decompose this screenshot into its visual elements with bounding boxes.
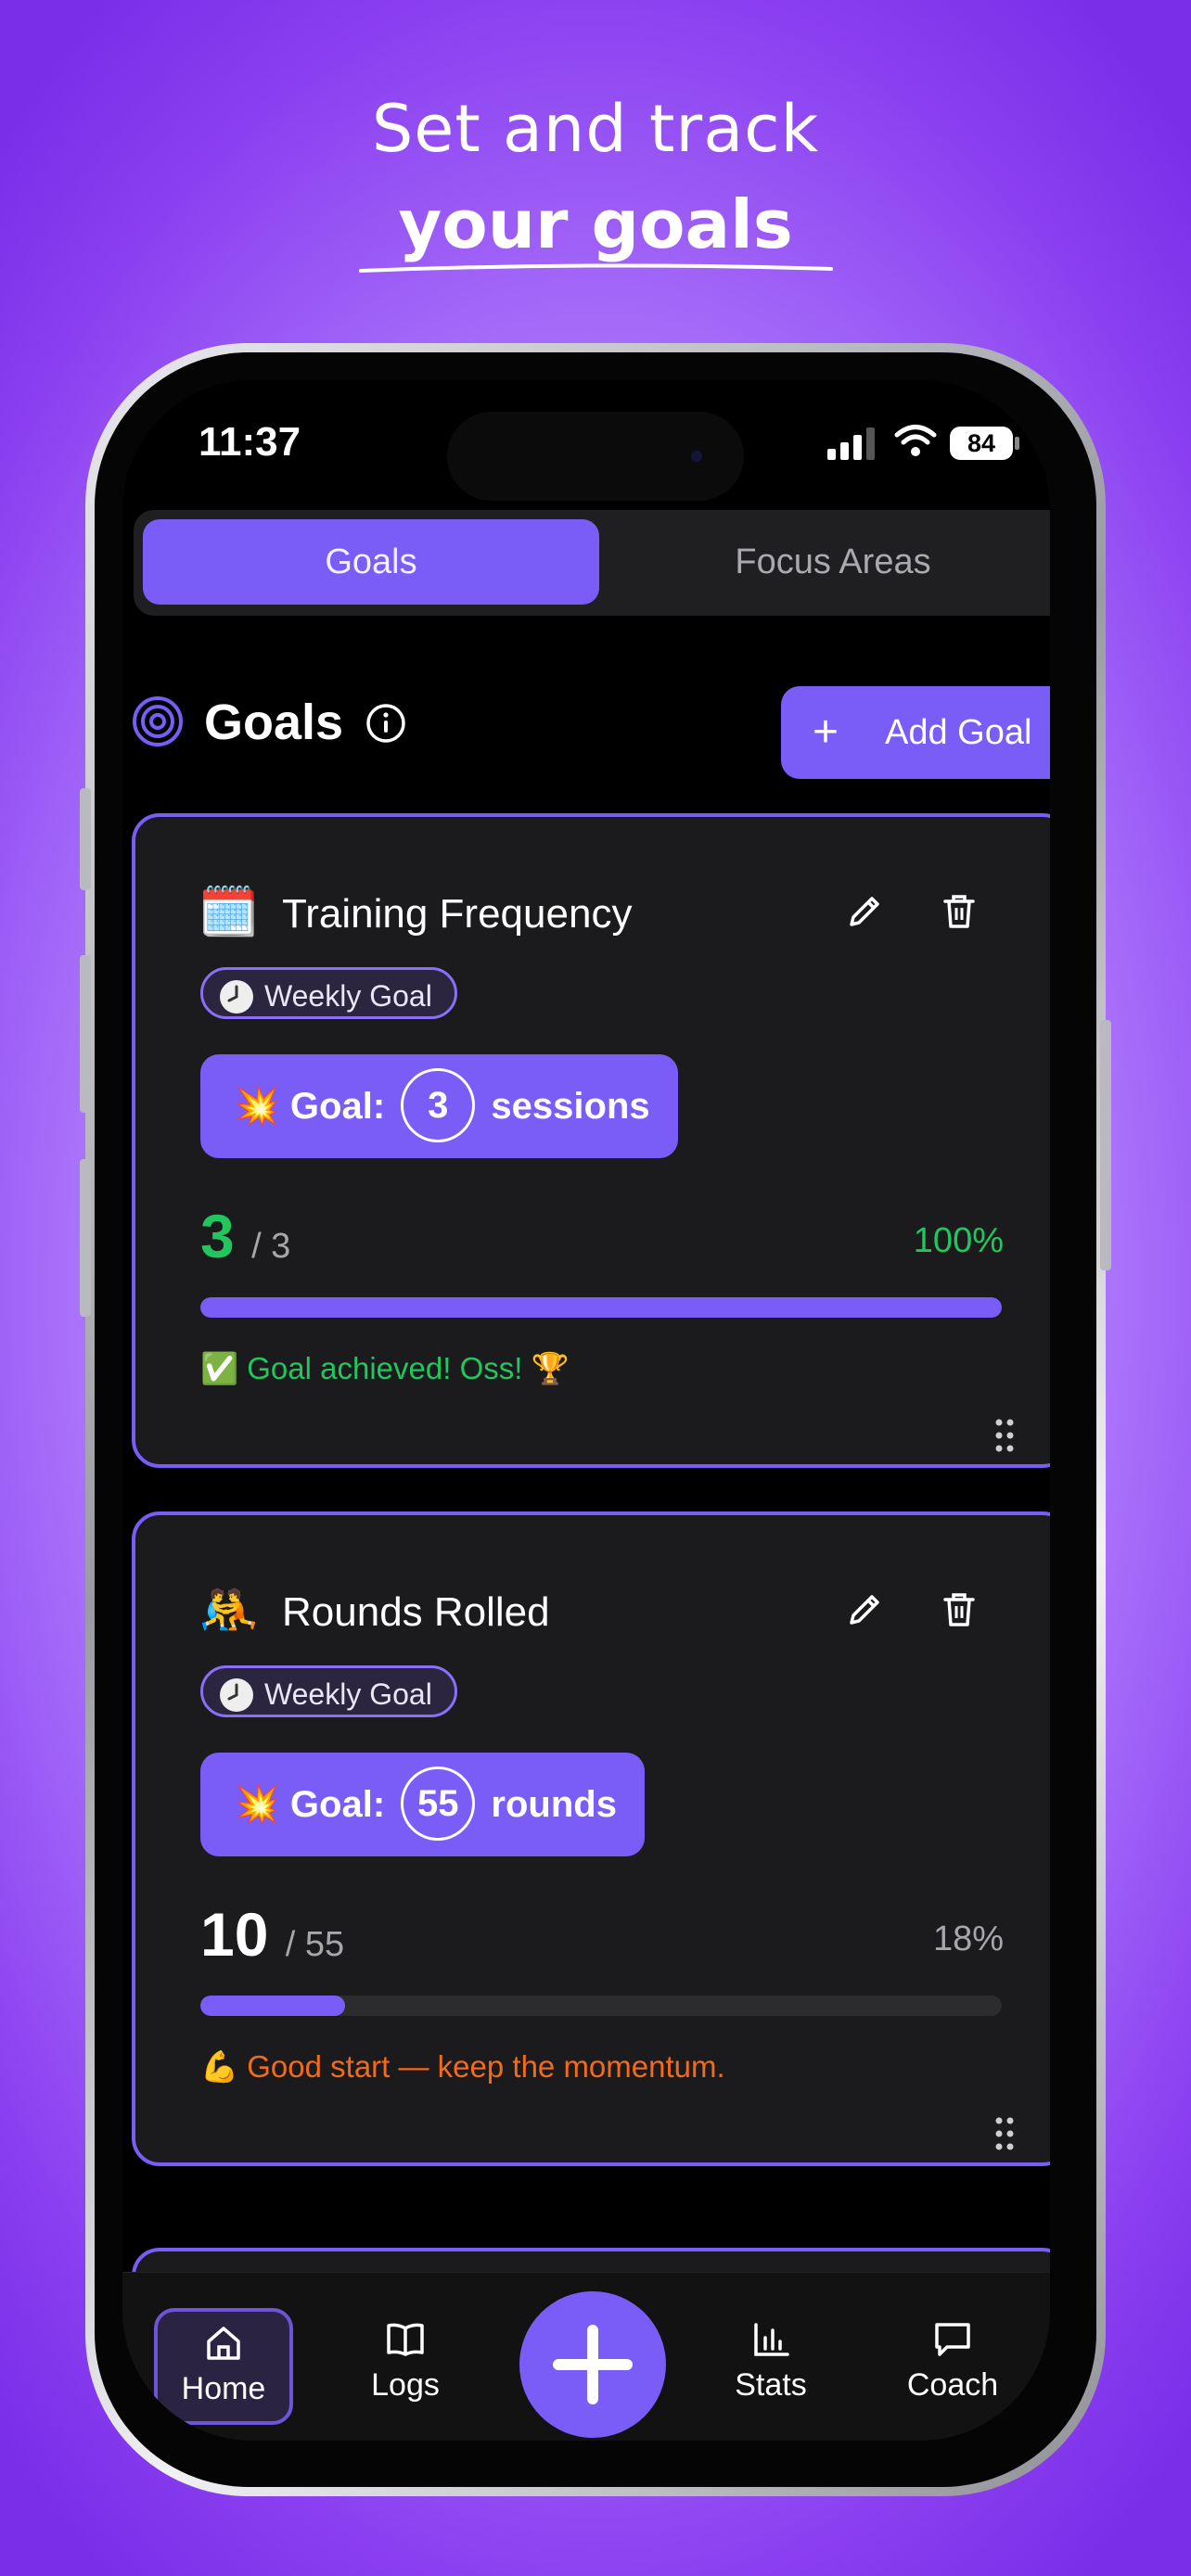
goal-target-box: 💥 Goal: 3 sessions (200, 1054, 678, 1158)
goal-title: Training Frequency (282, 891, 633, 937)
goal-target-value: 3 (401, 1068, 476, 1143)
goal-prefix: 💥 Goal: (234, 1784, 386, 1825)
clock-icon (220, 979, 253, 1014)
headline-line-1: Set and track (371, 91, 820, 167)
segmented-control: Goals Focus Areas (134, 510, 1050, 616)
wifi-icon (894, 425, 937, 456)
goal-card[interactable]: 🤼 Rounds Rolled Weekly Goal 💥 Goal: 55 r… (132, 1511, 1050, 2166)
goal-target-value: 55 (401, 1766, 476, 1842)
phone-frame: 11:37 84 Goals Focus Areas Goals + Add G… (80, 343, 1111, 2496)
pencil-icon[interactable] (842, 1588, 887, 1632)
tab-goals[interactable]: Goals (143, 519, 599, 605)
app-screen: 11:37 84 Goals Focus Areas Goals + Add G… (122, 380, 1050, 2441)
add-goal-button[interactable]: + Add Goal (781, 686, 1050, 779)
section-title: Goals (204, 695, 344, 750)
progress-fill (200, 1996, 345, 2016)
goal-unit: sessions (491, 1086, 650, 1127)
info-icon[interactable] (365, 703, 406, 744)
tab-coach[interactable]: Coach (883, 2308, 1022, 2425)
progress-total: / 3 (251, 1227, 291, 1266)
tab-logs[interactable]: Logs (336, 2308, 475, 2425)
progress-current: 3 / 3 (200, 1202, 291, 1270)
goal-card[interactable]: 🗓️ Training Frequency Weekly Goal 💥 Goal… (132, 813, 1050, 1468)
add-fab-button[interactable] (519, 2291, 666, 2438)
tab-home-label: Home (181, 2371, 266, 2406)
target-icon (133, 696, 183, 746)
tab-coach-label: Coach (906, 2367, 999, 2403)
drag-handle-icon[interactable] (994, 1418, 1015, 1453)
goal-prefix: 💥 Goal: (234, 1086, 386, 1127)
progress-total: / 55 (285, 1925, 345, 1964)
progress-percent: 100% (913, 1221, 1004, 1260)
trash-icon[interactable] (937, 1588, 981, 1632)
tab-stats[interactable]: Stats (701, 2308, 840, 2425)
status-message: ✅ Goal achieved! Oss! 🏆 (200, 1351, 570, 1385)
pencil-icon[interactable] (842, 889, 887, 934)
goal-type-label: Weekly Goal (264, 1677, 432, 1711)
progress-bar (200, 1996, 1002, 2016)
headline-underline (359, 263, 833, 273)
tab-stats-label: Stats (735, 2367, 807, 2403)
plus-icon: + (813, 708, 839, 757)
clock-icon (220, 1677, 253, 1712)
tab-home[interactable]: Home (154, 2308, 293, 2425)
book-icon (387, 2323, 424, 2356)
tab-logs-label: Logs (371, 2367, 440, 2403)
progress-percent: 18% (932, 1919, 1004, 1958)
dynamic-island (447, 412, 744, 501)
progress-fill (200, 1297, 1002, 1318)
goal-unit: rounds (491, 1784, 617, 1825)
goal-target-box: 💥 Goal: 55 rounds (200, 1753, 645, 1856)
home-icon (207, 2327, 240, 2360)
status-time: 11:37 (198, 419, 301, 465)
goal-title: Rounds Rolled (282, 1589, 550, 1635)
plus-icon (553, 2325, 633, 2404)
chat-bubble-icon (935, 2323, 970, 2356)
goal-type-label: Weekly Goal (264, 979, 432, 1013)
progress-current: 10 / 55 (200, 1900, 345, 1969)
add-goal-label: Add Goal (885, 713, 1032, 752)
cellular-signal-icon (827, 427, 875, 460)
goal-type-badge: Weekly Goal (200, 967, 457, 1019)
goal-type-badge: Weekly Goal (200, 1665, 457, 1717)
trash-icon[interactable] (937, 889, 981, 934)
bottom-tab-bar: Home Logs Stats Coach (122, 2272, 1050, 2441)
battery-indicator: 84 (950, 427, 1013, 460)
drag-handle-icon[interactable] (994, 2116, 1015, 2151)
status-message: 💪 Good start — keep the momentum. (200, 2049, 725, 2084)
tab-focus-areas[interactable]: Focus Areas (605, 519, 1050, 605)
bar-chart-icon (754, 2323, 789, 2356)
wrestlers-icon: 🤼 (198, 1584, 259, 1638)
progress-bar (200, 1297, 1002, 1318)
goals-header: Goals + Add Goal (132, 675, 1050, 779)
headline-line-2: your goals (398, 185, 793, 263)
calendar-icon: 🗓️ (198, 886, 259, 939)
